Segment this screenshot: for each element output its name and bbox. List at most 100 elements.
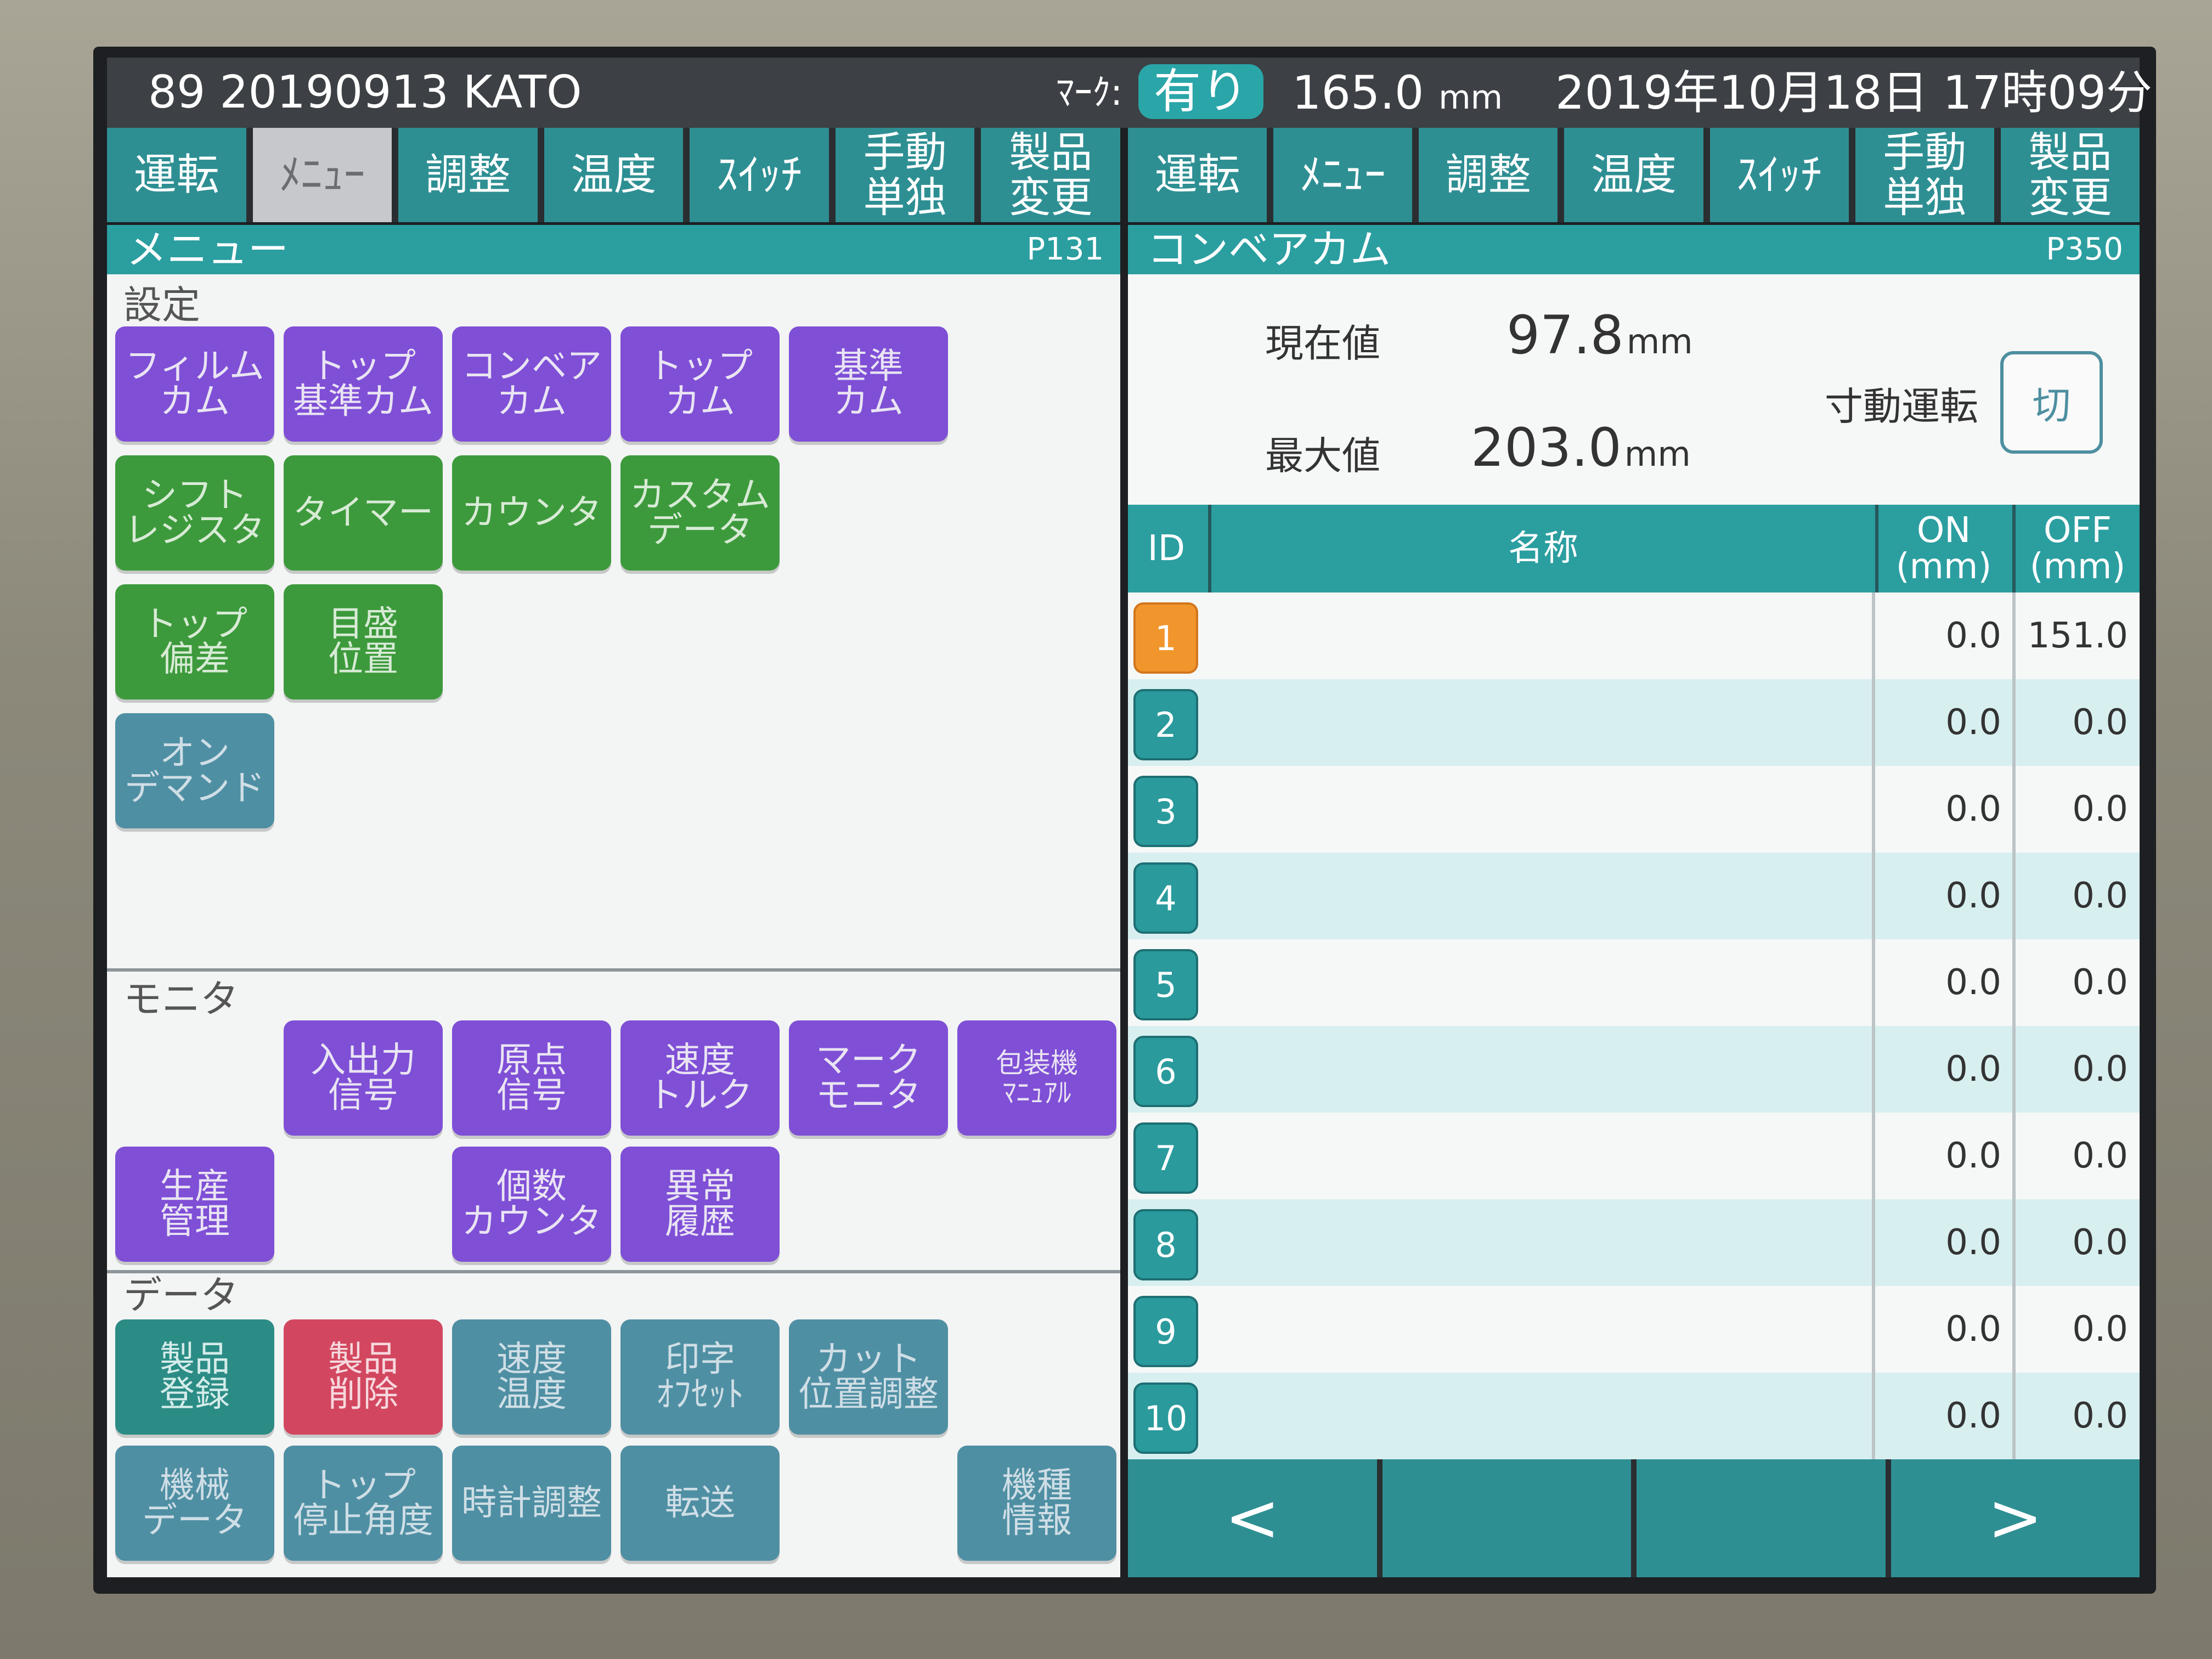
clock-adjust-button[interactable]: 時計調整 [452, 1446, 611, 1561]
on-value[interactable]: 0.0 [1875, 679, 2001, 766]
print-offset-button[interactable]: 印字 ｵﾌｾｯﾄ [620, 1319, 780, 1435]
left-panel-header: メニュー P131 [107, 225, 1120, 274]
on-value[interactable]: 0.0 [1875, 853, 2001, 939]
row-id-button[interactable]: 3 [1133, 776, 1198, 847]
table-row[interactable]: 9 0.0 0.0 [1128, 1286, 2140, 1373]
scale-position-button[interactable]: 目盛 位置 [284, 584, 443, 699]
off-value[interactable]: 0.0 [2016, 1286, 2128, 1373]
off-value[interactable]: 0.0 [2016, 1026, 2128, 1113]
on-value[interactable]: 0.0 [1875, 1373, 2001, 1459]
table-row[interactable]: 3 0.0 0.0 [1128, 766, 2140, 853]
off-value[interactable]: 0.0 [2016, 1113, 2128, 1199]
menu-panel: 設定 フィルム カム トップ 基準カム コンベア カム トップ カム 基準 カム… [107, 274, 1120, 1577]
off-value[interactable]: 0.0 [2016, 766, 2128, 853]
ref-cam-button[interactable]: 基準 カム [789, 326, 948, 442]
production-mgmt-button[interactable]: 生産 管理 [115, 1147, 274, 1262]
inching-toggle-button[interactable]: 切 [2000, 351, 2103, 454]
nav-blank-button[interactable] [1382, 1459, 1631, 1577]
row-id-button[interactable]: 8 [1133, 1209, 1198, 1280]
tab-product-change[interactable]: 製品 変更 [2000, 128, 2140, 222]
table-row[interactable]: 1 0.0 151.0 [1128, 592, 2140, 679]
mark-label: ﾏｰｸ: [1056, 71, 1123, 114]
on-value[interactable]: 0.0 [1875, 1113, 2001, 1199]
length-readout: 165.0 mm [1292, 58, 1503, 133]
top-cam-button[interactable]: トップ カム [620, 326, 780, 442]
table-row[interactable]: 2 0.0 0.0 [1128, 679, 2140, 766]
tab-switch[interactable]: ｽｲｯﾁ [690, 128, 829, 222]
tab-switch[interactable]: ｽｲｯﾁ [1709, 128, 1849, 222]
row-id-button[interactable]: 5 [1133, 949, 1198, 1020]
tab-menu[interactable]: ﾒﾆｭｰ [1273, 128, 1413, 222]
table-row[interactable]: 6 0.0 0.0 [1128, 1026, 2140, 1113]
off-value[interactable]: 0.0 [2016, 1373, 2128, 1459]
io-signal-button[interactable]: 入出力 信号 [284, 1020, 443, 1136]
shift-register-button[interactable]: シフト レジスタ [115, 455, 274, 571]
on-value[interactable]: 0.0 [1875, 1199, 2001, 1286]
row-id-button[interactable]: 9 [1133, 1296, 1198, 1367]
tab-manual-single[interactable]: 手動 単独 [1855, 128, 1994, 222]
row-id-button[interactable]: 4 [1133, 862, 1198, 934]
on-value[interactable]: 0.0 [1875, 1026, 2001, 1113]
mark-monitor-button[interactable]: マーク モニタ [789, 1020, 948, 1136]
on-value[interactable]: 0.0 [1875, 766, 2001, 853]
inching-label: 寸動運転 [1825, 384, 1978, 429]
row-id-button[interactable]: 6 [1133, 1036, 1198, 1107]
table-row[interactable]: 10 0.0 0.0 [1128, 1373, 2140, 1459]
film-cam-button[interactable]: フィルム カム [115, 326, 274, 442]
tab-product-change[interactable]: 製品 変更 [981, 128, 1121, 222]
machine-data-button[interactable]: 機械 データ [115, 1446, 274, 1561]
conveyor-cam-button[interactable]: コンベア カム [452, 326, 611, 442]
product-delete-button[interactable]: 製品 削除 [284, 1319, 443, 1435]
table-row[interactable]: 8 0.0 0.0 [1128, 1199, 2140, 1286]
next-page-button[interactable]: > [1891, 1459, 2140, 1577]
max-value-label: 最大値 [1265, 433, 1380, 478]
packer-manual-button[interactable]: 包装機 ﾏﾆｭｱﾙ [957, 1020, 1116, 1136]
on-value[interactable]: 0.0 [1875, 1286, 2001, 1373]
on-demand-button[interactable]: オン デマンド [115, 713, 274, 828]
row-id-button[interactable]: 7 [1133, 1122, 1198, 1194]
top-ref-cam-button[interactable]: トップ 基準カム [284, 326, 443, 442]
nav-blank-button[interactable] [1637, 1459, 1886, 1577]
tab-adjust[interactable]: 調整 [1419, 128, 1558, 222]
speed-temp-button[interactable]: 速度 温度 [452, 1319, 611, 1435]
top-deviation-button[interactable]: トップ 偏差 [115, 584, 274, 699]
error-history-button[interactable]: 異常 履歴 [620, 1147, 780, 1262]
off-value[interactable]: 0.0 [2016, 679, 2128, 766]
origin-signal-button[interactable]: 原点 信号 [452, 1020, 611, 1136]
custom-data-button[interactable]: カスタム データ [620, 455, 780, 571]
piece-counter-button[interactable]: 個数 カウンタ [452, 1147, 611, 1262]
transfer-button[interactable]: 転送 [620, 1446, 780, 1561]
off-value[interactable]: 0.0 [2016, 853, 2128, 939]
off-value[interactable]: 0.0 [2016, 939, 2128, 1026]
table-row[interactable]: 5 0.0 0.0 [1128, 939, 2140, 1026]
counter-button[interactable]: カウンタ [452, 455, 611, 571]
conveyor-cam-panel: 現在値 97.8 mm 最大値 203.0 mm 寸動運転 切 ID 名称 ON… [1128, 274, 2140, 1577]
section-divider [107, 968, 1120, 972]
table-row[interactable]: 7 0.0 0.0 [1128, 1113, 2140, 1199]
current-value: 97.8 [1506, 304, 1624, 366]
tab-menu[interactable]: ﾒﾆｭｰ [252, 128, 392, 222]
prev-page-button[interactable]: < [1128, 1459, 1377, 1577]
on-value[interactable]: 0.0 [1875, 939, 2001, 1026]
off-value[interactable]: 151.0 [2016, 592, 2128, 679]
on-value[interactable]: 0.0 [1875, 592, 2001, 679]
table-row[interactable]: 4 0.0 0.0 [1128, 853, 2140, 939]
row-id-button[interactable]: 1 [1133, 602, 1198, 674]
row-id-button[interactable]: 2 [1133, 689, 1198, 760]
speed-torque-button[interactable]: 速度 トルク [620, 1020, 780, 1136]
off-value[interactable]: 0.0 [2016, 1199, 2128, 1286]
tab-run[interactable]: 運転 [107, 128, 246, 222]
model-info-button[interactable]: 機種 情報 [957, 1446, 1116, 1561]
right-panel-page: P350 [2046, 232, 2123, 267]
tab-adjust[interactable]: 調整 [398, 128, 538, 222]
tab-temperature[interactable]: 温度 [544, 128, 684, 222]
tab-temperature[interactable]: 温度 [1564, 128, 1703, 222]
row-id-button[interactable]: 10 [1133, 1383, 1198, 1454]
left-panel-page: P131 [1026, 232, 1104, 267]
timer-button[interactable]: タイマー [284, 455, 443, 571]
top-stop-angle-button[interactable]: トップ 停止角度 [284, 1446, 443, 1561]
tab-run[interactable]: 運転 [1128, 128, 1267, 222]
tab-manual-single[interactable]: 手動 単独 [835, 128, 975, 222]
product-register-button[interactable]: 製品 登録 [115, 1319, 274, 1435]
cut-position-button[interactable]: カット 位置調整 [789, 1319, 948, 1435]
